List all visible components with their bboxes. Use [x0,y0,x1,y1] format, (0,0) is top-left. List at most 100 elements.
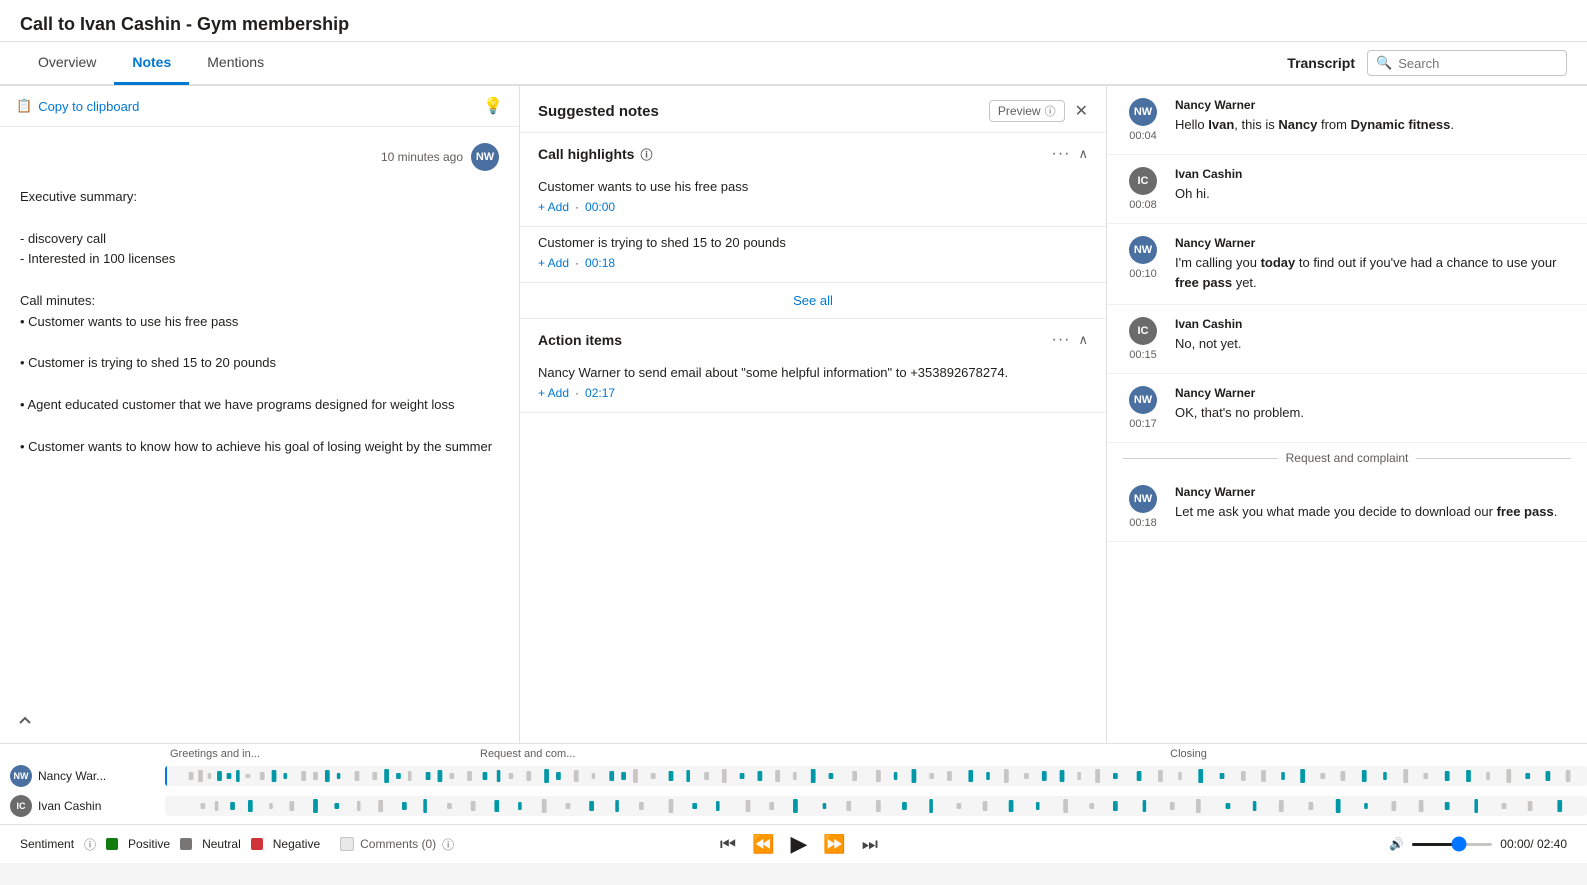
transcript-entry-0: NW 00:04 Nancy Warner Hello Ivan, this i… [1107,86,1587,155]
middle-panel: Suggested notes Preview ⓘ ✕ Call highlig… [520,86,1107,743]
transcript-area: Transcript 🔍 [1287,50,1567,76]
bottom-area: Greetings and in... Request and com... C… [0,743,1587,863]
waveform-nw: 00:00 [165,766,1587,786]
action-items-actions: ··· ∧ [1052,331,1089,349]
transcript-body-5: Nancy Warner Let me ask you what made yo… [1175,485,1571,529]
timestamp-0[interactable]: 00:00 [585,200,615,214]
time-5: 00:18 [1129,517,1157,529]
highlight-text-0: Customer wants to use his free pass [538,179,1088,194]
left-toolbar: 📋 Copy to clipboard 💡 [0,86,519,127]
track-label-ic: Ivan Cashin [38,799,101,813]
avatar-ic-1: IC [1129,167,1157,195]
text-2: I'm calling you today to find out if you… [1175,253,1571,292]
bulb-icon[interactable]: 💡 [483,96,503,116]
comments-checkbox[interactable] [340,837,354,851]
avatar-nw: NW [471,143,499,171]
tab-notes[interactable]: Notes [114,42,189,85]
track-avatar-nw: NW [10,765,32,787]
time-2: 00:10 [1129,268,1157,280]
volume-icon[interactable]: 🔊 [1389,837,1404,851]
speaker-0: Nancy Warner [1175,98,1571,112]
avatar-nw-4: NW [1129,386,1157,414]
sentiment-area: Sentiment ⓘ Positive Neutral Negative [20,836,320,853]
highlights-info-icon[interactable]: ⓘ [640,146,652,163]
timestamp-1[interactable]: 00:18 [585,256,615,270]
transcript-body-1: Ivan Cashin Oh hi. [1175,167,1571,211]
action-item-text-0: Nancy Warner to send email about "some h… [538,365,1088,380]
add-action-0-button[interactable]: + Add · 02:17 [538,386,1088,400]
highlights-collapse-button[interactable]: ∧ [1078,146,1088,162]
action-items-section-header: Action items ··· ∧ [520,319,1106,357]
segment-label-greetings: Greetings and in... [170,748,480,760]
transcript-body-0: Nancy Warner Hello Ivan, this is Nancy f… [1175,98,1571,142]
avatar-nw-5: NW [1129,485,1157,513]
rewind-button[interactable]: ⏪ [752,834,774,855]
info-icon: ⓘ [1045,103,1056,119]
transcript-meta-2: NW 00:10 [1123,236,1163,292]
right-panel: NW 00:04 Nancy Warner Hello Ivan, this i… [1107,86,1587,743]
text-5: Let me ask you what made you decide to d… [1175,502,1571,522]
volume-slider[interactable] [1412,843,1492,846]
add-highlight-0-button[interactable]: + Add · 00:00 [538,200,1088,214]
action-timestamp-0[interactable]: 02:17 [585,386,615,400]
search-box[interactable]: 🔍 [1367,50,1567,76]
highlights-section-header: Call highlights ⓘ ··· ∧ [520,133,1106,171]
transcript-meta-0: NW 00:04 [1123,98,1163,142]
action-items-collapse-button[interactable]: ∧ [1078,332,1088,348]
see-all-button[interactable]: See all [520,283,1106,319]
track-avatar-ic: IC [10,795,32,817]
text-3: No, not yet. [1175,334,1571,354]
tab-overview[interactable]: Overview [20,42,114,85]
play-button[interactable]: ▶ [790,831,807,857]
transcript-label: Transcript [1287,55,1355,71]
transcript-body-2: Nancy Warner I'm calling you today to fi… [1175,236,1571,292]
avatar-nw-0: NW [1129,98,1157,126]
highlight-item-1: Customer is trying to shed 15 to 20 poun… [520,227,1106,283]
main-layout: 📋 Copy to clipboard 💡 10 minutes ago NW … [0,86,1587,743]
highlights-title: Call highlights ⓘ [538,146,652,163]
text-1: Oh hi. [1175,184,1571,204]
notes-content: 10 minutes ago NW Executive summary: - d… [0,127,519,743]
suggested-notes-title: Suggested notes [538,103,659,120]
add-highlight-1-button[interactable]: + Add · 00:18 [538,256,1088,270]
collapse-notes-button[interactable] [16,712,34,733]
fast-forward-button[interactable]: ⏩ [823,834,845,855]
speaker-5: Nancy Warner [1175,485,1571,499]
highlights-more-button[interactable]: ··· [1052,145,1071,163]
transcript-meta-3: IC 00:15 [1123,317,1163,361]
text-0: Hello Ivan, this is Nancy from Dynamic f… [1175,115,1571,135]
volume-area: 🔊 00:00/ 02:40 [1389,837,1567,851]
action-items-title: Action items [538,332,622,348]
time-4: 00:17 [1129,418,1157,430]
segment-label-request: Request and com... [480,748,790,760]
close-suggested-button[interactable]: ✕ [1075,101,1088,121]
playback-controls: ⏮ ⏪ ▶ ⏩ ⏭ [720,831,878,857]
transcript-entry-3: IC 00:15 Ivan Cashin No, not yet. [1107,305,1587,374]
preview-badge[interactable]: Preview ⓘ [989,100,1065,122]
positive-dot [106,838,118,850]
transcript-entry-1: IC 00:08 Ivan Cashin Oh hi. [1107,155,1587,224]
playhead: 00:00 [165,766,167,786]
action-item-0: Nancy Warner to send email about "some h… [520,357,1106,413]
time-0: 00:04 [1129,130,1157,142]
highlight-item-0: Customer wants to use his free pass + Ad… [520,171,1106,227]
notes-text[interactable]: Executive summary: - discovery call - In… [20,187,499,457]
transcript-meta-5: NW 00:18 [1123,485,1163,529]
skip-to-end-button[interactable]: ⏭ [862,834,878,855]
skip-to-start-button[interactable]: ⏮ [720,834,736,855]
time-3: 00:15 [1129,349,1157,361]
transcript-entry-4: NW 00:17 Nancy Warner OK, that's no prob… [1107,374,1587,443]
negative-label: Negative [273,837,320,851]
section-divider-label: Request and complaint [1107,443,1587,473]
time-1: 00:08 [1129,199,1157,211]
comments-info-icon[interactable]: ⓘ [442,836,454,853]
transcript-entry-2: NW 00:10 Nancy Warner I'm calling you to… [1107,224,1587,305]
sentiment-info-icon[interactable]: ⓘ [84,836,96,853]
speaker-3: Ivan Cashin [1175,317,1571,331]
transcript-meta-4: NW 00:17 [1123,386,1163,430]
tab-mentions[interactable]: Mentions [189,42,282,85]
search-input[interactable] [1398,56,1558,71]
avatar-nw-2: NW [1129,236,1157,264]
copy-to-clipboard-button[interactable]: 📋 Copy to clipboard [16,98,139,114]
action-items-more-button[interactable]: ··· [1052,331,1071,349]
